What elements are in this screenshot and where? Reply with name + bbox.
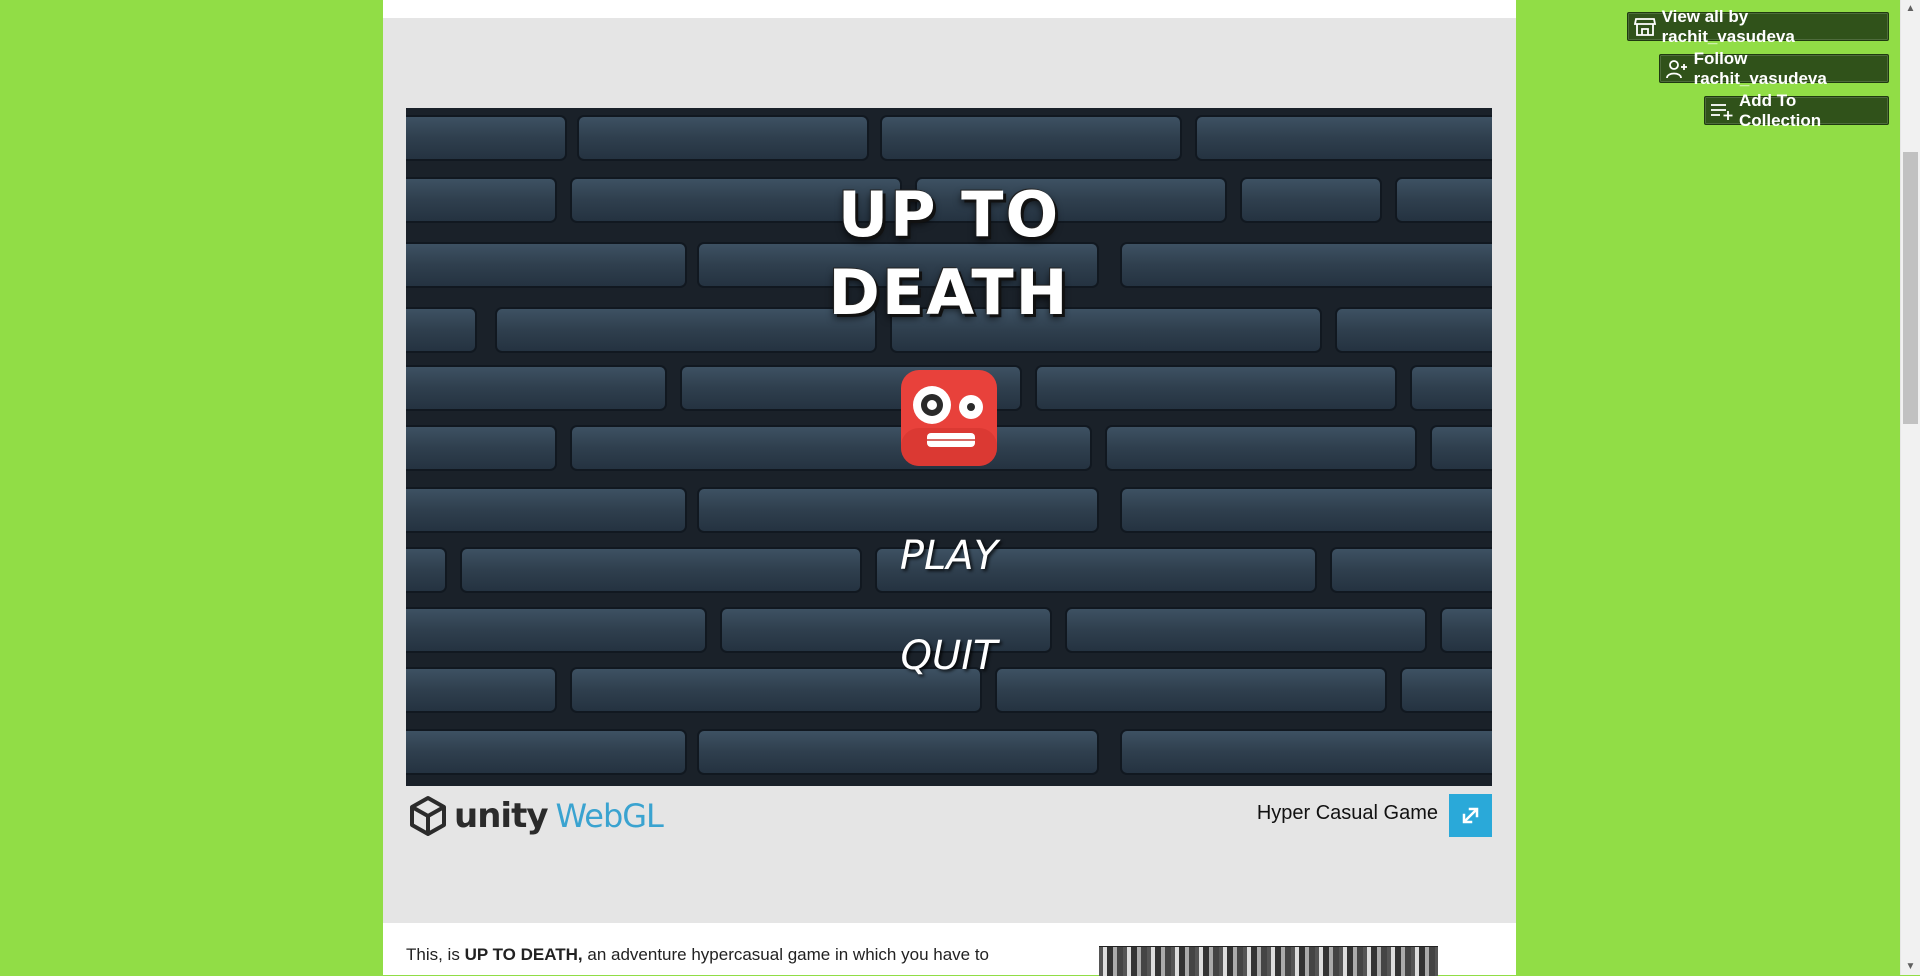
follow-author-button[interactable]: Follow rachit_vasudeva <box>1659 49 1889 88</box>
fullscreen-icon <box>1462 807 1479 824</box>
add-to-collection-label: Add To Collection <box>1739 90 1822 130</box>
description-prefix: This, is <box>406 945 465 964</box>
game-description: This, is UP TO DEATH, an adventure hyper… <box>406 945 989 965</box>
page-scrollbar[interactable]: ▲ ▼ <box>1900 0 1920 975</box>
player-game-name: Hyper Casual Game <box>1256 802 1438 824</box>
quit-menu-button[interactable]: QUIT <box>406 633 1492 679</box>
view-all-label: View all by rachit_vasudeva <box>1661 6 1795 46</box>
fullscreen-button[interactable] <box>1449 794 1492 837</box>
follow-label: Follow rachit_vasudeva <box>1693 48 1827 88</box>
unity-webgl-logo: unity WebGL <box>406 794 664 838</box>
add-to-list-icon <box>1710 100 1734 122</box>
scroll-up-arrow-icon[interactable]: ▲ <box>1901 0 1920 17</box>
scroll-thumb[interactable] <box>1903 152 1918 424</box>
red-monster-mascot-icon <box>901 370 997 466</box>
store-icon <box>1633 16 1657 38</box>
game-embed-frame: UP TO DEATH PLAY QUIT unity WebGL Hyper … <box>383 18 1516 923</box>
add-user-icon <box>1665 58 1689 80</box>
webgl-wordmark: WebGL <box>555 797 663 835</box>
scroll-down-arrow-icon[interactable]: ▼ <box>1901 958 1920 975</box>
game-canvas[interactable]: UP TO DEATH PLAY QUIT <box>406 108 1492 786</box>
game-page-column: UP TO DEATH PLAY QUIT unity WebGL Hyper … <box>383 0 1516 976</box>
unity-player-footer: unity WebGL Hyper Casual Game <box>406 790 1492 840</box>
description-text: an adventure hypercasual game in which y… <box>582 945 990 964</box>
description-game-title: UP TO DEATH, <box>464 945 583 964</box>
game-screenshot-thumbnail[interactable] <box>1099 946 1438 976</box>
game-title: UP TO DEATH <box>828 178 1070 329</box>
add-to-collection-button[interactable]: Add To Collection <box>1704 91 1889 130</box>
play-menu-button[interactable]: PLAY <box>406 533 1492 579</box>
unity-wordmark: unity <box>454 796 548 836</box>
view-all-by-author-button[interactable]: View all by rachit_vasudeva <box>1627 7 1889 46</box>
unity-cube-icon <box>410 796 446 836</box>
